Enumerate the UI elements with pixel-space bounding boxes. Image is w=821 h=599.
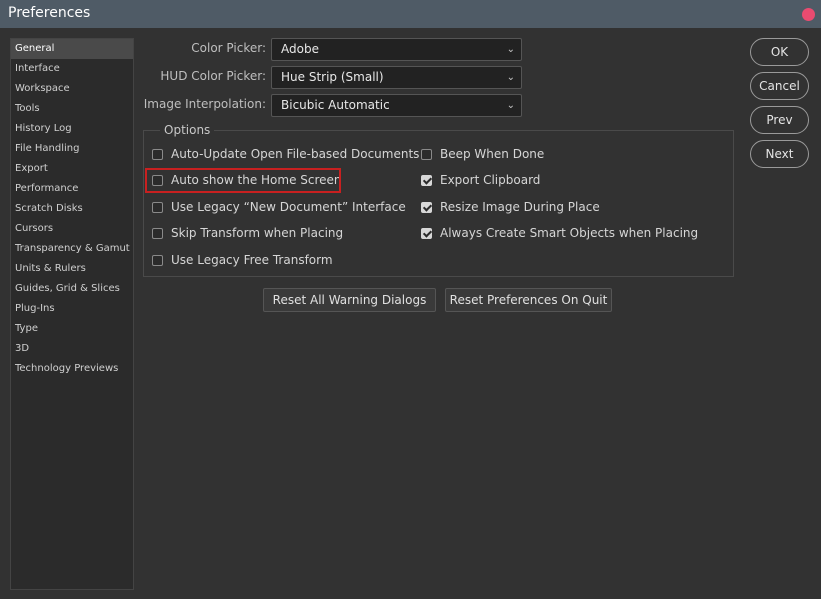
chevron-down-icon: ⌄ [506,44,515,55]
reset-preferences-button[interactable]: Reset Preferences On Quit [445,288,612,312]
title-bar: Preferences [0,0,821,28]
sidebar-item-technology-previews[interactable]: Technology Previews [11,359,133,379]
checkbox-icon[interactable] [152,255,163,266]
options-legend: Options [160,123,215,137]
sidebar-item-cursors[interactable]: Cursors [11,219,133,239]
sidebar-item-plug-ins[interactable]: Plug-Ins [11,299,133,319]
sidebar-item-export[interactable]: Export [11,159,133,179]
hud-color-picker-value: Hue Strip (Small) [281,70,384,84]
option-label: Auto-Update Open File-based Documents [171,147,420,161]
sidebar-item-performance[interactable]: Performance [11,179,133,199]
option-export-clipboard[interactable]: Export Clipboard [421,172,540,188]
sidebar-item-3d[interactable]: 3D [11,339,133,359]
ok-button[interactable]: OK [750,38,809,66]
prev-button[interactable]: Prev [750,106,809,134]
highlight-annotation [145,168,341,193]
option-always-create-smart-objects[interactable]: Always Create Smart Objects when Placing [421,225,698,241]
sidebar-item-units-rulers[interactable]: Units & Rulers [11,259,133,279]
reset-warning-dialogs-button[interactable]: Reset All Warning Dialogs [263,288,436,312]
cancel-button[interactable]: Cancel [750,72,809,100]
sidebar-item-guides-grid-slices[interactable]: Guides, Grid & Slices [11,279,133,299]
option-resize-image-during-place[interactable]: Resize Image During Place [421,199,600,215]
checkbox-icon[interactable] [152,149,163,160]
image-interpolation-label: Image Interpolation: [143,97,266,111]
window-title: Preferences [8,5,91,21]
checkbox-checked-icon[interactable] [421,175,432,186]
checkbox-icon[interactable] [152,202,163,213]
checkbox-checked-icon[interactable] [421,202,432,213]
checkbox-icon[interactable] [421,149,432,160]
checkbox-icon[interactable] [152,228,163,239]
sidebar-item-history-log[interactable]: History Log [11,119,133,139]
option-label: Beep When Done [440,147,545,161]
option-label: Use Legacy “New Document” Interface [171,200,406,214]
option-beep-when-done[interactable]: Beep When Done [421,146,544,162]
sidebar: General Interface Workspace Tools Histor… [10,38,134,590]
option-label: Skip Transform when Placing [171,226,344,240]
option-legacy-new-document[interactable]: Use Legacy “New Document” Interface [152,199,406,215]
sidebar-item-scratch-disks[interactable]: Scratch Disks [11,199,133,219]
option-label: Resize Image During Place [440,200,600,214]
option-legacy-free-transform[interactable]: Use Legacy Free Transform [152,252,333,268]
sidebar-item-file-handling[interactable]: File Handling [11,139,133,159]
option-label: Always Create Smart Objects when Placing [440,226,699,240]
image-interpolation-value: Bicubic Automatic [281,98,390,112]
chevron-down-icon: ⌄ [506,100,515,111]
close-icon[interactable] [802,8,815,21]
option-auto-update-documents[interactable]: Auto-Update Open File-based Documents [152,146,419,162]
sidebar-item-type[interactable]: Type [11,319,133,339]
option-label: Use Legacy Free Transform [171,253,333,267]
checkbox-checked-icon[interactable] [421,228,432,239]
next-button[interactable]: Next [750,140,809,168]
color-picker-value: Adobe [281,42,319,56]
hud-color-picker-select[interactable]: Hue Strip (Small) ⌄ [271,66,522,89]
hud-color-picker-label: HUD Color Picker: [160,69,266,83]
image-interpolation-select[interactable]: Bicubic Automatic ⌄ [271,94,522,117]
color-picker-label: Color Picker: [191,41,266,55]
chevron-down-icon: ⌄ [506,72,515,83]
color-picker-select[interactable]: Adobe ⌄ [271,38,522,61]
sidebar-item-transparency-gamut[interactable]: Transparency & Gamut [11,239,133,259]
option-skip-transform[interactable]: Skip Transform when Placing [152,225,343,241]
option-label: Export Clipboard [440,173,541,187]
